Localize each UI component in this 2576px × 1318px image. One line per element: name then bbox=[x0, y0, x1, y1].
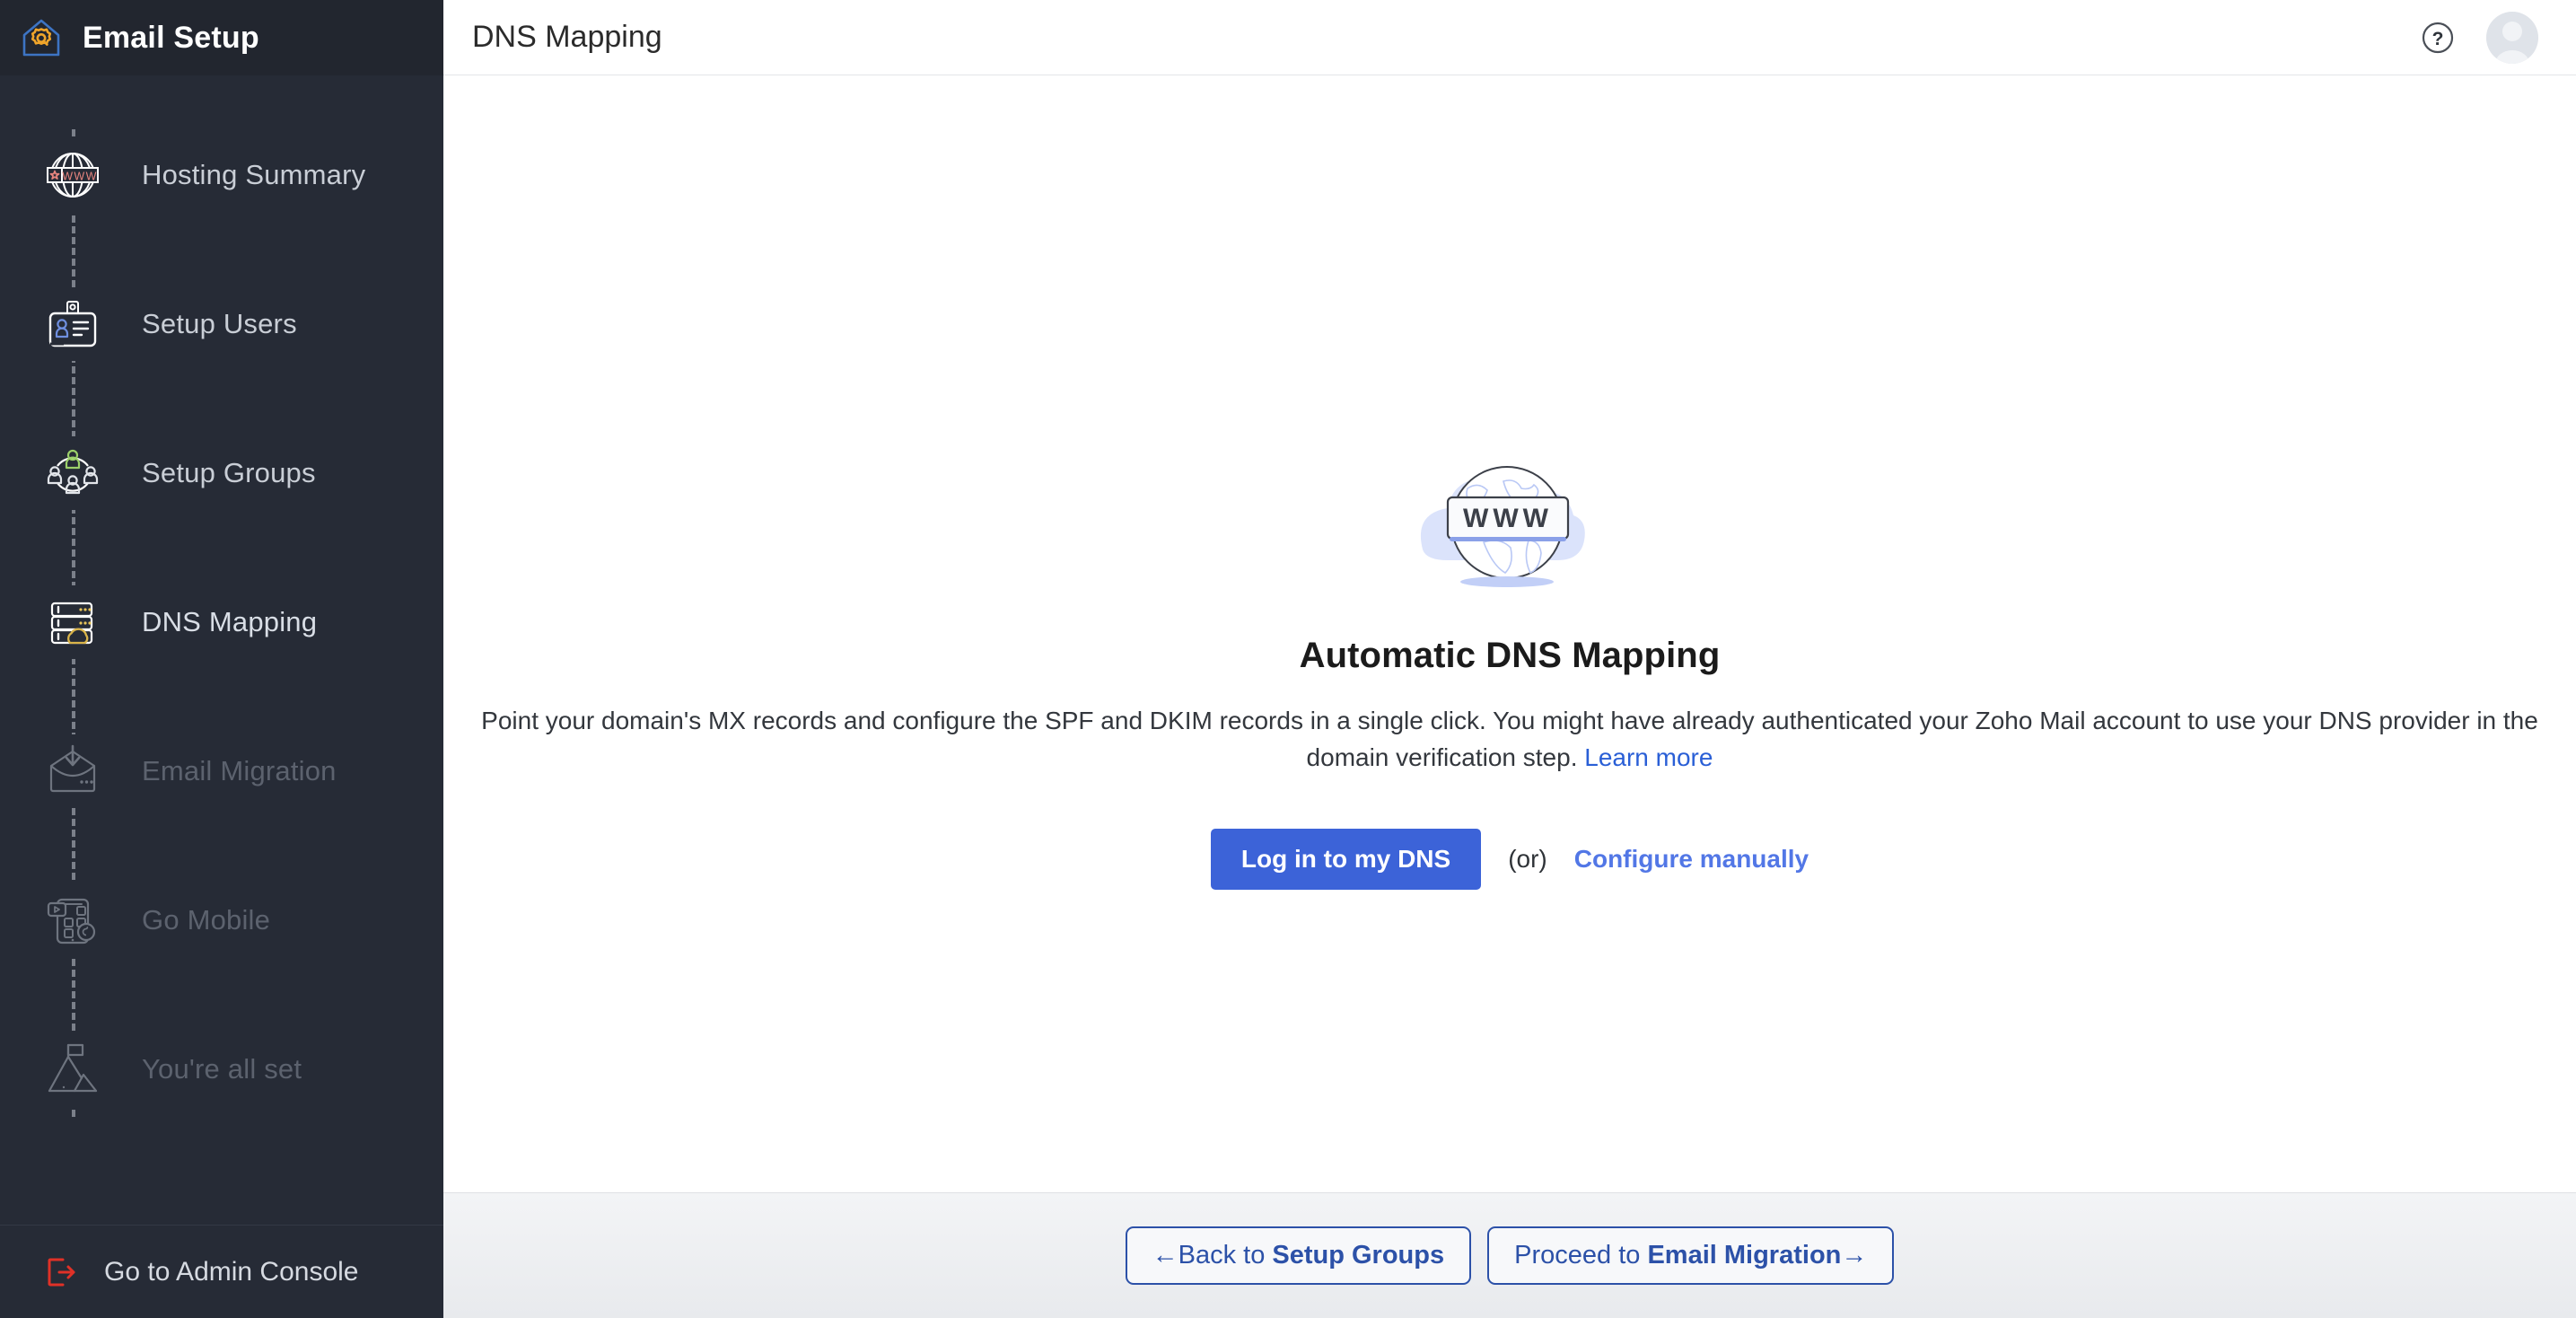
learn-more-link[interactable]: Learn more bbox=[1584, 743, 1713, 771]
svg-text:WWW: WWW bbox=[62, 171, 98, 183]
sidebar-item-hosting-summary[interactable]: WWW Hosting Summary bbox=[0, 101, 443, 250]
back-to-setup-groups-button[interactable]: ←Back to Setup Groups bbox=[1125, 1226, 1472, 1285]
exit-arrow-icon bbox=[43, 1254, 79, 1290]
sidebar-item-setup-groups[interactable]: Setup Groups bbox=[0, 399, 443, 548]
svg-text:?: ? bbox=[2432, 29, 2444, 49]
mountain-flag-icon bbox=[36, 1032, 110, 1106]
sidebar-item-youre-all-set[interactable]: You're all set bbox=[0, 995, 443, 1144]
sidebar-item-label: Go Mobile bbox=[142, 904, 271, 936]
footer-bar: ←Back to Setup Groups Proceed to Email M… bbox=[443, 1192, 2576, 1318]
main-area: DNS Mapping ? WWW Automatic DNS Mapping … bbox=[443, 0, 2576, 1318]
user-group-network-icon bbox=[36, 436, 110, 510]
cta-row: Log in to my DNS (or) Configure manually bbox=[1210, 828, 1809, 890]
sidebar-item-email-migration[interactable]: Email Migration bbox=[0, 697, 443, 846]
top-bar-actions: ? bbox=[2420, 11, 2538, 64]
sidebar-item-label: Email Migration bbox=[142, 755, 337, 786]
house-gear-icon bbox=[20, 16, 63, 59]
forward-arrow-icon: → bbox=[1841, 1241, 1868, 1270]
go-to-admin-console-button[interactable]: Go to Admin Console bbox=[0, 1225, 443, 1318]
back-prefix: Back to bbox=[1178, 1241, 1273, 1270]
hero-description: Point your domain's MX records and confi… bbox=[464, 703, 2555, 777]
top-bar: DNS Mapping ? bbox=[443, 0, 2576, 75]
sidebar-nav: WWW Hosting Summary Setup Users Setup Gr… bbox=[0, 75, 443, 1225]
sidebar-item-label: DNS Mapping bbox=[142, 606, 318, 637]
envelope-download-icon bbox=[36, 734, 110, 808]
proceed-prefix: Proceed to bbox=[1514, 1241, 1648, 1270]
content-panel: WWW Automatic DNS Mapping Point your dom… bbox=[443, 75, 2576, 1192]
or-label: (or) bbox=[1508, 844, 1547, 873]
mobile-apps-icon bbox=[36, 883, 110, 957]
sidebar-item-label: Hosting Summary bbox=[142, 159, 366, 190]
back-arrow-icon: ← bbox=[1152, 1241, 1178, 1270]
hero-description-text: Point your domain's MX records and confi… bbox=[481, 707, 2538, 771]
hero-title: Automatic DNS Mapping bbox=[1299, 636, 1721, 675]
log-in-to-my-dns-button[interactable]: Log in to my DNS bbox=[1210, 828, 1482, 890]
svg-text:WWW: WWW bbox=[1463, 504, 1553, 533]
page-title: DNS Mapping bbox=[472, 20, 662, 54]
proceed-target: Email Migration bbox=[1647, 1241, 1842, 1270]
go-to-admin-console-label: Go to Admin Console bbox=[104, 1256, 359, 1287]
sidebar-brand: Email Setup bbox=[0, 0, 443, 75]
globe-www-icon: WWW bbox=[36, 138, 110, 212]
app-title: Email Setup bbox=[83, 20, 259, 55]
id-badge-icon bbox=[36, 287, 110, 361]
app-root: Email Setup WWW Hosting Summary Setup Us… bbox=[0, 0, 2576, 1318]
sidebar-item-label: Setup Groups bbox=[142, 457, 316, 488]
avatar[interactable] bbox=[2486, 11, 2538, 64]
proceed-to-email-migration-button[interactable]: Proceed to Email Migration→ bbox=[1487, 1226, 1895, 1285]
sidebar-item-setup-users[interactable]: Setup Users bbox=[0, 250, 443, 399]
question-circle-icon[interactable]: ? bbox=[2420, 20, 2456, 56]
sidebar-item-label: Setup Users bbox=[142, 308, 297, 339]
server-cloud-icon bbox=[36, 585, 110, 659]
sidebar-item-dns-mapping[interactable]: DNS Mapping bbox=[0, 548, 443, 697]
globe-www-illustration: WWW bbox=[1398, 435, 1622, 614]
back-target: Setup Groups bbox=[1272, 1241, 1445, 1270]
sidebar-item-label: You're all set bbox=[142, 1053, 302, 1085]
sidebar: Email Setup WWW Hosting Summary Setup Us… bbox=[0, 0, 443, 1318]
sidebar-item-go-mobile[interactable]: Go Mobile bbox=[0, 846, 443, 995]
configure-manually-link[interactable]: Configure manually bbox=[1574, 845, 1809, 874]
